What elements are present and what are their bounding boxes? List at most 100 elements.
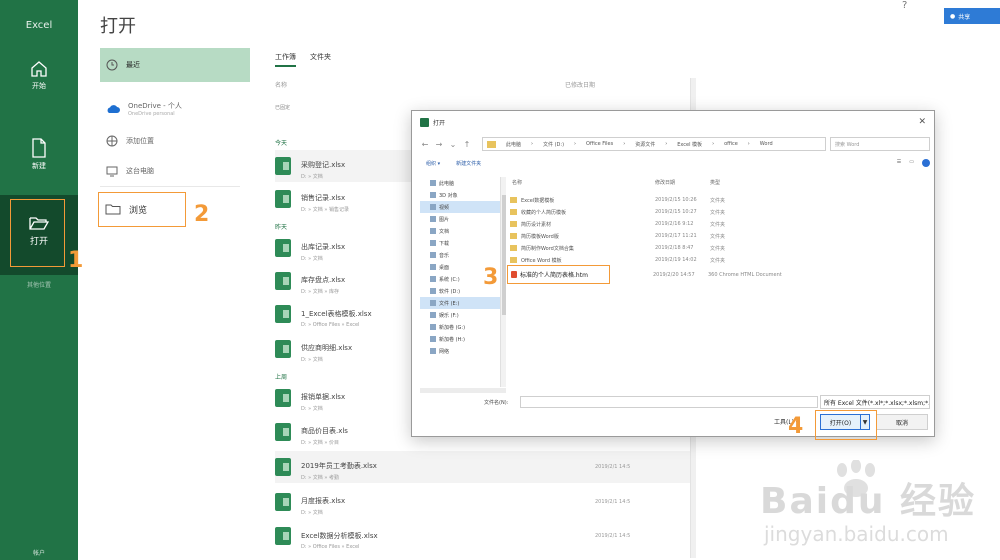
step-number: 2 [194,202,210,227]
column-date[interactable]: 修改日期 [655,179,675,186]
excel-app-icon [420,117,429,127]
column-name[interactable]: 名称 [512,179,522,186]
nav-new-label: 新建 [32,162,46,170]
close-icon[interactable]: ✕ [918,117,926,127]
organize-menu[interactable]: 组织 ▾ [426,160,440,167]
target-file-row[interactable]: 标准的个人简历表格.htm 2019/2/20 14:57 360 Chrome… [507,265,782,284]
tree-item[interactable]: 新加卷 (H:) [420,333,500,345]
tree-scrollbar[interactable] [500,177,506,387]
folder-row[interactable]: 简历设计素材 2019/2/16 9:12 文件夹 [510,219,810,229]
location-onedrive[interactable]: OneDrive - 个人 OneDrive personal [100,92,250,126]
folder-row[interactable]: 简历模板Word版 2019/2/17 11:21 文件夹 [510,231,810,241]
tree-item-label: 下载 [439,240,450,247]
file-name: 2019年员工考勤表.xlsx [301,462,377,470]
forward-arrow-icon[interactable]: → [434,140,444,149]
tree-item[interactable]: 3D 对象 [420,189,500,201]
tab-workbooks[interactable]: 工作簿 [275,52,296,67]
view-options-icon[interactable]: ☰ [897,159,901,167]
path-segment[interactable]: 文件 (D:) [543,141,564,148]
folder-icon [510,245,517,251]
tree-item[interactable]: 图片 [420,213,500,225]
tree-item[interactable]: 此电脑 [420,177,500,189]
step-number: 3 [483,265,499,290]
paw-logo-icon [837,460,875,497]
excel-file-icon [275,157,291,175]
filetype-select[interactable]: 所有 Excel 文件(*.xl*;*.xlsx;*.xlsm;*.xlsb;*… [820,395,930,409]
group-label: 今天 [275,140,288,147]
recent-file[interactable]: Excel数据分析模板.xlsx D: » Office Files » Exce… [275,520,695,552]
group-label: 昨天 [275,224,288,231]
path-segment[interactable]: Excel 模板 [677,141,702,148]
tree-item[interactable]: 文件 (E:) [420,297,500,309]
share-button[interactable]: ● 共享 [944,8,1000,24]
tree-item[interactable]: 视频 [420,201,500,213]
window-control-icon[interactable]: ? [902,0,907,11]
tab-folders[interactable]: 文件夹 [310,52,331,67]
music-icon [430,252,436,258]
up-arrow-icon[interactable]: ↑ [462,140,472,149]
nav-new[interactable]: 新建 [0,138,78,171]
file-path: D: » 文档 [301,256,323,262]
folder-date: 2019/2/19 14:02 [655,257,697,263]
location-add-place[interactable]: 添加位置 [100,126,250,156]
folder-row[interactable]: Excel数据模板 2019/2/15 10:26 文件夹 [510,195,810,205]
tree-item[interactable]: 音乐 [420,249,500,261]
folder-row[interactable]: 简历制作Word文档合集 2019/2/18 8:47 文件夹 [510,243,810,253]
column-date[interactable]: 已修改日期 [565,80,595,89]
folder-type: 文件夹 [710,233,726,240]
excel-file-icon [275,423,291,441]
target-file-date: 2019/2/20 14:57 [653,271,695,278]
page-title: 打开 [100,16,136,37]
folder-name: 收藏的个人简历模板 [521,209,567,216]
location-this-pc[interactable]: 这台电脑 [100,156,250,186]
folder-row[interactable]: 收藏的个人简历模板 2019/2/15 10:27 文件夹 [510,207,810,217]
tree-item[interactable]: 新加卷 (G:) [420,321,500,333]
search-input[interactable]: 搜索 Word [830,137,930,151]
folder-row[interactable]: Office Word 模板 2019/2/19 14:02 文件夹 [510,255,810,265]
clock-icon [106,59,118,71]
back-arrow-icon[interactable]: ← [420,140,430,149]
folder-type: 文件夹 [710,257,726,264]
path-segment[interactable]: 资源文件 [635,141,655,148]
tree-item[interactable]: 网络 [420,345,500,357]
tree-item-label: 3D 对象 [439,192,458,199]
nav-other-locations[interactable]: 其他位置 [0,280,78,289]
folder-icon [487,140,496,148]
scrollbar-thumb[interactable] [502,195,506,315]
column-type[interactable]: 类型 [710,179,720,186]
path-segment[interactable]: office [724,141,738,147]
path-segment[interactable]: Office Files [586,141,613,147]
preview-pane-icon[interactable]: ▭ [909,159,914,167]
help-icon[interactable] [922,159,930,167]
nav-account[interactable]: 帐户 [0,548,78,557]
cancel-button[interactable]: 取消 [876,414,928,430]
file-name: 供应商明细.xlsx [301,344,353,352]
folder-name: 简历制作Word文档合集 [521,245,574,252]
file-path: D: » 文档 [301,510,323,516]
file-list-header: 名称 修改日期 类型 [510,177,930,191]
recent-file[interactable]: 2019年员工考勤表.xlsx D: » 文档 » 考勤 2019/2/1 14:5 [275,451,695,483]
tree-item[interactable]: 娱乐 (F:) [420,309,500,321]
tree-item[interactable]: 下载 [420,237,500,249]
folder-icon [510,197,517,203]
path-segment[interactable]: Word [760,141,773,147]
column-name[interactable]: 名称 [275,82,287,89]
tree-horizontal-scrollbar[interactable] [420,388,506,393]
video-icon [430,204,436,210]
location-recent[interactable]: 最近 [100,48,250,82]
file-name: 商品价目表.xls [301,427,348,435]
new-folder-button[interactable]: 新建文件夹 [456,160,481,167]
nav-home[interactable]: 开始 [0,60,78,91]
file-path: D: » 文档 » 库存 [301,289,340,295]
tree-item-label: 桌面 [439,264,450,271]
tree-item[interactable]: 文档 [420,225,500,237]
address-path[interactable]: 此电脑 › 文件 (D:) › Office Files › 资源文件 › Excel … [482,137,826,151]
tree-item-label: 此电脑 [439,180,455,187]
tree-item-label: 软件 (D:) [439,288,461,295]
recent-file[interactable]: 月度报表.xlsx D: » 文档 2019/2/1 14:5 [275,486,695,518]
chevron-down-icon[interactable]: ⌄ [448,140,458,149]
folder-type: 文件夹 [710,209,726,216]
filename-input[interactable] [520,396,818,408]
recent-tabs: 工作簿 文件夹 [275,52,331,67]
path-segment[interactable]: 此电脑 [506,141,521,148]
